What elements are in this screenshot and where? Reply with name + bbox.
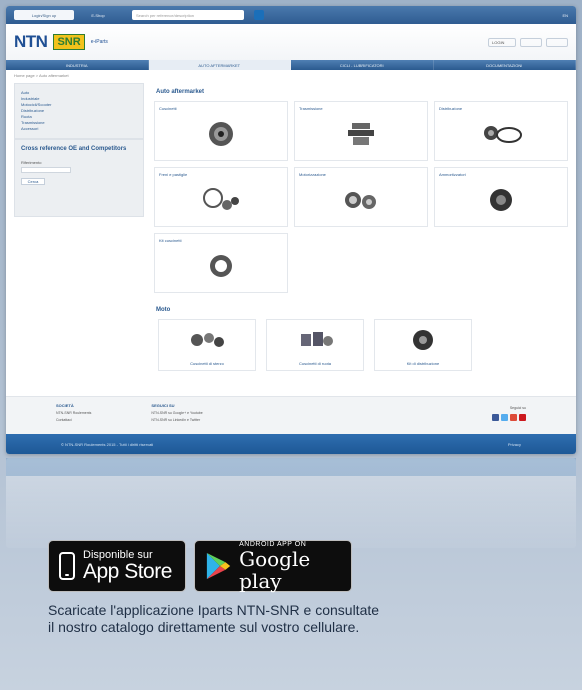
product-card-label: Motorizzazione: [299, 172, 326, 177]
product-card[interactable]: Freni e pastiglie: [154, 167, 288, 227]
search-button[interactable]: [254, 10, 264, 20]
product-grid: Cuscinetti Trasmissione Distribuzione Fr…: [154, 101, 568, 293]
header-actions: LOGIN: [488, 37, 568, 47]
product-card-label: Ammortizzatori: [439, 172, 466, 177]
section-title-moto: Moto: [156, 307, 171, 313]
reflection-band: [6, 458, 576, 476]
product-card-label: Cuscinetti: [159, 106, 177, 111]
sidebar-menu: Auto Industriale Motocicli/Scooter Distr…: [14, 83, 144, 139]
footer-link[interactable]: Contattaci: [56, 418, 91, 422]
search-input[interactable]: Search per reference/description: [132, 10, 244, 20]
breadcrumb[interactable]: Home page > Auto aftermarket: [6, 70, 576, 81]
moto-card-label: Kit di distribuzione: [406, 361, 440, 366]
snr-logo[interactable]: SNR: [53, 34, 85, 50]
footer-bottom-bar: © NTN-SNR Roulements 2015 - Tutti i diri…: [6, 434, 576, 454]
google-plus-icon[interactable]: [510, 414, 517, 421]
brake-kit-icon: [203, 188, 239, 211]
app-store-text: Disponible sur App Store: [83, 549, 172, 583]
login-button[interactable]: LOGIN: [488, 37, 516, 47]
footer-col-title: SOCIETÀ: [56, 403, 74, 408]
engine-part-icon: [345, 192, 376, 210]
footer-link[interactable]: NTN-SNR su Google+ e Youtube: [151, 411, 202, 415]
product-card[interactable]: Kit cuscinetti: [154, 233, 288, 293]
google-play-big-label: Google play: [239, 546, 311, 593]
header-select-1[interactable]: [520, 37, 542, 47]
moto-card[interactable]: Kit di distribuzione: [374, 319, 472, 371]
copyright-text: © NTN-SNR Roulements 2015 - Tutti i diri…: [61, 441, 154, 447]
cross-reference-button[interactable]: Cerca: [21, 178, 45, 185]
moto-card-label: Cuscinetti di ruota: [298, 361, 331, 366]
app-store-badge[interactable]: Disponible sur App Store: [48, 540, 186, 592]
social-links: Seguici su: [492, 403, 526, 428]
caption-line: Scaricate l'applicazione Iparts NTN-SNR …: [48, 602, 380, 618]
iparts-logo: e-iParts: [90, 39, 108, 45]
product-card[interactable]: Motorizzazione: [294, 167, 428, 227]
site-header: NTN SNR e-iParts LOGIN: [6, 24, 576, 60]
app-store-big-label: App Store: [83, 560, 172, 583]
bearing-icon: [209, 122, 233, 147]
distribution-kit-icon: [413, 330, 433, 350]
product-card-label: Trasmissione: [299, 106, 323, 111]
eshop-link[interactable]: E-Shop: [84, 10, 112, 20]
phone-icon: [59, 552, 75, 580]
nav-item-documentazioni[interactable]: DOCUMENTAZIONI: [434, 60, 576, 70]
caption-line: il nostro catalogo direttamente sul vost…: [48, 619, 360, 635]
timing-kit-icon: [484, 126, 522, 144]
top-bar: Login/Sign up E-Shop Search per referenc…: [6, 6, 576, 24]
moto-card-label: Cuscinetti di sterzo: [190, 361, 224, 366]
footer: SOCIETÀ NTN-SNR Roulements Contattaci SE…: [6, 396, 576, 434]
footer-col-follow: SEGUICI SU NTN-SNR su Google+ e Youtube …: [151, 403, 202, 428]
section-title-auto: Auto aftermarket: [156, 89, 205, 95]
sidebar: Auto Industriale Motocicli/Scooter Distr…: [14, 83, 144, 371]
bearing-kit-icon: [210, 255, 232, 278]
main-panel: Auto aftermarket Cuscinetti Trasmissione…: [144, 83, 568, 371]
shock-mount-icon: [490, 189, 512, 212]
moto-card[interactable]: Cuscinetti di ruota: [266, 319, 364, 371]
steering-bearing-icon: [191, 333, 224, 347]
main-nav: INDUSTRIA AUTO AFTERMARKET CICLI - LUBRI…: [6, 60, 576, 70]
ntn-logo[interactable]: NTN: [14, 32, 48, 52]
wheel-bearing-icon: [301, 332, 333, 346]
moto-card[interactable]: Cuscinetti di sterzo: [158, 319, 256, 371]
product-card[interactable]: Cuscinetti: [154, 101, 288, 161]
page-reflection: [6, 458, 576, 548]
social-title: Seguici su: [509, 406, 526, 410]
cross-reference-box: Cross reference OE and Competitors Rifer…: [14, 139, 144, 217]
browser-frame: Login/Sign up E-Shop Search per referenc…: [6, 6, 576, 454]
cross-reference-input[interactable]: [21, 167, 71, 173]
footer-link[interactable]: NTN-SNR su LinkedIn e Twitter: [151, 418, 202, 422]
content-area: Auto Industriale Motocicli/Scooter Distr…: [6, 81, 576, 373]
twitter-icon[interactable]: [501, 414, 508, 421]
product-card[interactable]: Trasmissione: [294, 101, 428, 161]
app-caption: Scaricate l'applicazione Iparts NTN-SNR …: [48, 602, 468, 636]
product-card[interactable]: Distribuzione: [434, 101, 568, 161]
product-card-label: Kit cuscinetti: [159, 238, 182, 243]
nav-item-auto-aftermarket[interactable]: AUTO AFTERMARKET: [148, 60, 291, 70]
product-card[interactable]: Ammortizzatori: [434, 167, 568, 227]
google-play-badge[interactable]: ANDROID APP ON Google play: [194, 540, 352, 592]
social-icons: [492, 414, 526, 421]
nav-item-cicli[interactable]: CICLI - LUBRIFICATORI: [291, 60, 434, 70]
product-card-label: Distribuzione: [439, 106, 463, 111]
footer-col-company: SOCIETÀ NTN-SNR Roulements Contattaci: [56, 403, 91, 428]
language-selector[interactable]: EN: [562, 13, 568, 18]
google-play-icon: [206, 552, 231, 580]
header-select-2[interactable]: [546, 37, 568, 47]
login-pill[interactable]: Login/Sign up: [14, 10, 74, 20]
youtube-icon[interactable]: [519, 414, 526, 421]
nav-item-industria[interactable]: INDUSTRIA: [6, 60, 149, 70]
footer-col-title: SEGUICI SU: [151, 403, 175, 408]
moto-grid: Cuscinetti di sterzo Cuscinetti di ruota…: [158, 319, 568, 371]
cross-reference-label: Riferimento: [21, 160, 42, 165]
privacy-link[interactable]: Privacy: [508, 442, 521, 447]
footer-link[interactable]: NTN-SNR Roulements: [56, 411, 91, 415]
hub-icon: [348, 123, 374, 146]
product-card-label: Freni e pastiglie: [159, 172, 188, 177]
facebook-icon[interactable]: [492, 414, 499, 421]
sidebar-item[interactable]: Accessori: [21, 126, 137, 132]
google-play-text: ANDROID APP ON Google play: [239, 541, 351, 592]
cross-reference-title: Cross reference OE and Competitors: [21, 146, 127, 152]
